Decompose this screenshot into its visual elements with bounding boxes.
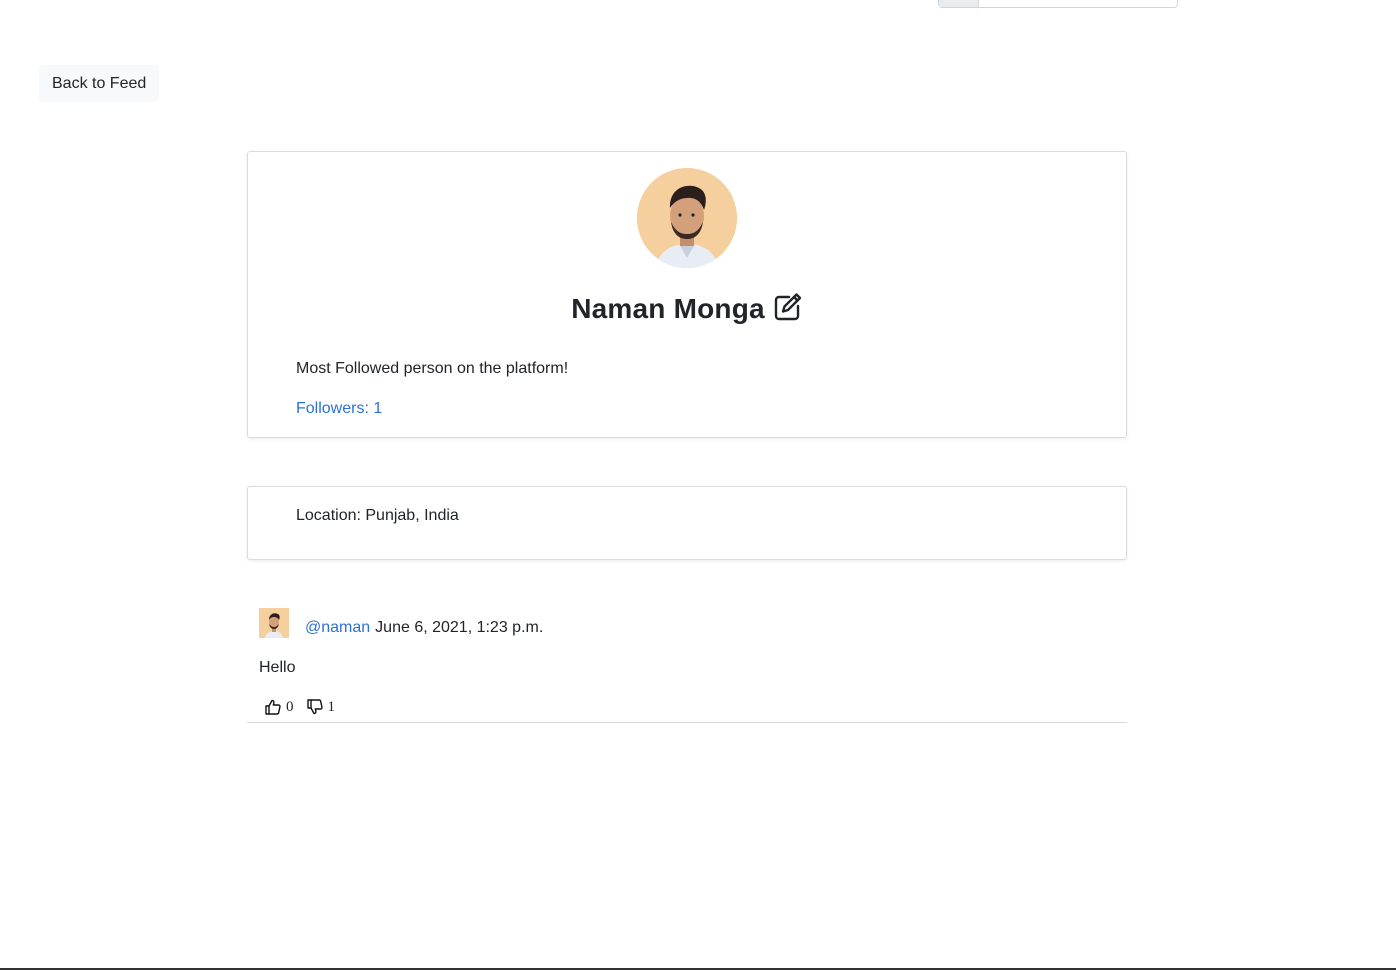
dislike-button[interactable]: 1 — [306, 698, 336, 716]
post-reactions: 0 1 — [264, 698, 335, 716]
post-date: June 6, 2021, 1:23 p.m. — [375, 619, 544, 636]
thumbs-down-icon — [306, 698, 324, 716]
search-addon — [939, 0, 979, 7]
post-author-avatar — [259, 608, 289, 638]
like-button[interactable]: 0 — [264, 698, 294, 716]
post-item: @naman June 6, 2021, 1:23 p.m. Hello 0 1 — [247, 606, 1127, 723]
profile-name: Naman Monga — [571, 293, 765, 324]
location-card: Location: Punjab, India — [247, 486, 1127, 560]
profile-photo — [637, 168, 737, 268]
thumbs-up-icon — [264, 698, 282, 716]
profile-location: Location: Punjab, India — [296, 507, 459, 524]
post-author-link[interactable]: @naman — [305, 619, 370, 636]
followers-link[interactable]: Followers: 1 — [296, 400, 382, 418]
edit-icon[interactable] — [771, 291, 803, 323]
like-count: 0 — [286, 698, 294, 715]
search-input[interactable] — [938, 0, 1178, 8]
back-to-feed-button[interactable]: Back to Feed — [39, 65, 160, 102]
post-body: Hello — [259, 659, 296, 676]
dislike-count: 1 — [327, 698, 336, 715]
profile-bio: Most Followed person on the platform! — [296, 360, 569, 377]
author-photo — [259, 608, 289, 638]
profile-avatar — [637, 168, 737, 268]
navbar-clipped-text — [108, 0, 168, 2]
profile-card: Naman Monga Most Followed person on the … — [247, 151, 1127, 438]
